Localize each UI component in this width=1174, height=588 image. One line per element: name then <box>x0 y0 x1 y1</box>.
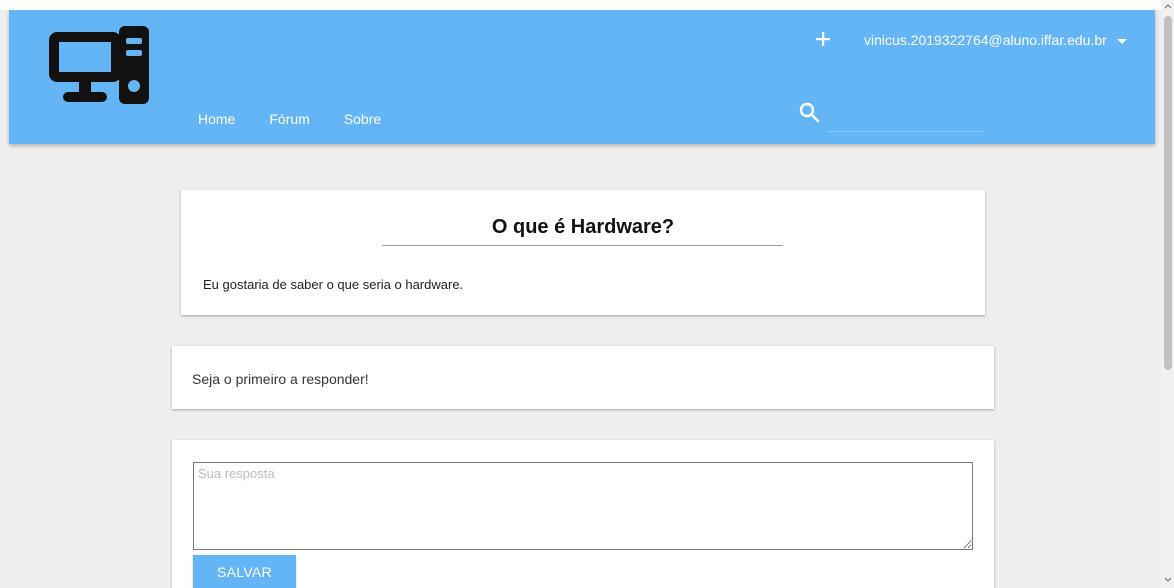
question-card: O que é Hardware? Eu gostaria de saber o… <box>181 190 985 315</box>
page-scrollbar[interactable] <box>1162 0 1174 588</box>
page: Home Fórum Sobre vinicus.2019322764@alun… <box>0 0 1162 588</box>
reply-card: SALVAR <box>172 440 994 588</box>
search-input[interactable] <box>827 108 985 132</box>
top-strip <box>0 0 1162 10</box>
question-title: O que é Hardware? <box>491 216 675 238</box>
plus-icon[interactable] <box>812 28 834 50</box>
main-nav: Home Fórum Sobre <box>198 111 415 127</box>
no-answers-message: Seja o primeiro a responder! <box>192 371 369 387</box>
scroll-down-icon[interactable] <box>1164 576 1172 584</box>
search-icon[interactable] <box>798 101 820 123</box>
title-divider <box>382 245 783 246</box>
scrollbar-thumb[interactable] <box>1164 16 1172 370</box>
app-header: Home Fórum Sobre vinicus.2019322764@alun… <box>9 10 1155 144</box>
nav-forum[interactable]: Fórum <box>269 111 309 127</box>
computer-logo-icon[interactable] <box>49 20 151 104</box>
scroll-up-icon[interactable] <box>1164 2 1172 10</box>
nav-sobre[interactable]: Sobre <box>344 111 381 127</box>
nav-home[interactable]: Home <box>198 111 235 127</box>
caret-down-icon[interactable] <box>1115 36 1129 46</box>
reply-textarea[interactable] <box>193 462 973 550</box>
answers-card: Seja o primeiro a responder! <box>172 346 994 409</box>
question-body: Eu gostaria de saber o que seria o hardw… <box>203 277 464 292</box>
user-menu-email[interactable]: vinicus.2019322764@aluno.iffar.edu.br <box>864 32 1107 48</box>
save-button[interactable]: SALVAR <box>193 555 296 588</box>
